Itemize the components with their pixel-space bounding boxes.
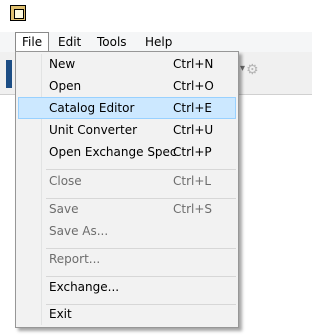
menu-item-catalog-editor[interactable]: Catalog Editor Ctrl+E — [18, 97, 236, 119]
menu-help[interactable]: Help — [139, 32, 178, 52]
menu-item-label: Report... — [49, 252, 101, 266]
menu-bar: File Edit Tools Help — [0, 32, 312, 52]
menu-item-close[interactable]: Close Ctrl+L — [18, 170, 236, 192]
file-menu-dropdown: New Ctrl+N Open Ctrl+O Catalog Editor Ct… — [15, 51, 239, 328]
menu-item-label: Open — [49, 79, 82, 93]
gear-icon[interactable]: ⚙ — [246, 62, 259, 78]
menu-item-label: Exit — [49, 307, 72, 321]
menu-item-label: Catalog Editor — [49, 101, 135, 115]
menu-item-save[interactable]: Save Ctrl+S — [18, 198, 236, 220]
menu-item-open[interactable]: Open Ctrl+O — [18, 75, 236, 97]
menu-item-shortcut: Ctrl+U — [173, 123, 214, 137]
menu-item-new[interactable]: New Ctrl+N — [18, 53, 236, 75]
menu-item-report[interactable]: Report... — [18, 248, 236, 270]
menu-item-shortcut: Ctrl+L — [173, 174, 212, 188]
menu-file[interactable]: File — [15, 32, 50, 52]
toolbar-grip — [6, 60, 12, 88]
title-bar — [0, 0, 312, 32]
menu-item-label: Close — [49, 174, 82, 188]
menu-item-label: New — [49, 57, 76, 71]
menu-item-shortcut: Ctrl+S — [173, 202, 213, 216]
menu-item-shortcut: Ctrl+E — [173, 101, 212, 115]
menu-item-open-exchange-spec[interactable]: Open Exchange Spec Ctrl+P — [18, 141, 236, 163]
menu-item-label: Open Exchange Spec — [49, 145, 177, 159]
menu-item-label: Exchange... — [49, 280, 120, 294]
menu-item-save-as[interactable]: Save As... — [18, 220, 236, 242]
menu-item-label: Save — [49, 202, 79, 216]
chevron-down-icon[interactable]: ▾ — [240, 63, 245, 74]
menu-item-shortcut: Ctrl+N — [173, 57, 214, 71]
menu-item-exit[interactable]: Exit — [18, 303, 236, 325]
menu-item-shortcut: Ctrl+O — [173, 79, 214, 93]
menu-item-label: Unit Converter — [49, 123, 138, 137]
menu-edit[interactable]: Edit — [52, 32, 87, 52]
menu-item-exchange[interactable]: Exchange... — [18, 276, 236, 298]
app-icon[interactable] — [10, 5, 26, 21]
menu-tools[interactable]: Tools — [91, 32, 133, 52]
menu-item-unit-converter[interactable]: Unit Converter Ctrl+U — [18, 119, 236, 141]
menu-item-shortcut: Ctrl+P — [173, 145, 212, 159]
menu-item-label: Save As... — [49, 224, 109, 238]
